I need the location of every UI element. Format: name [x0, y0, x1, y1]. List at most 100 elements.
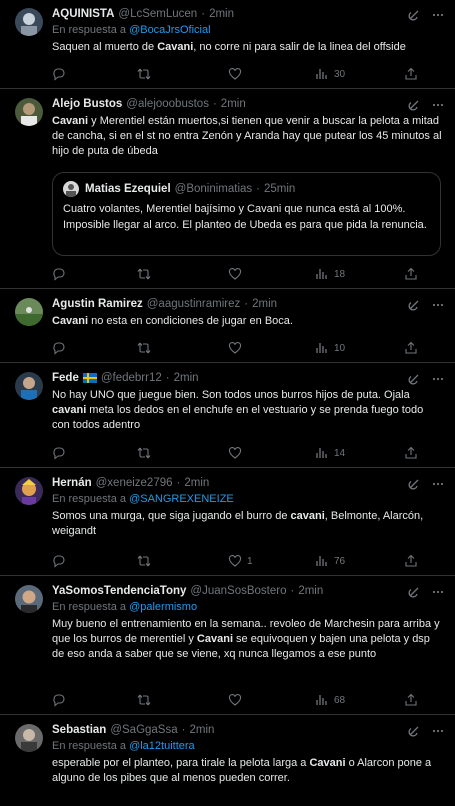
avatar[interactable]: [15, 585, 43, 613]
like-button[interactable]: [228, 693, 242, 707]
avatar[interactable]: [15, 724, 43, 752]
reply-button[interactable]: [52, 267, 66, 281]
like-button[interactable]: [228, 446, 242, 460]
tweet-6[interactable]: YaSomosTendenciaTony @JuanSosBostero · 2…: [0, 577, 455, 715]
tweet-text: Saquen al muerto de Cavani, no corre ni …: [52, 41, 406, 53]
sweden-flag-icon: [82, 373, 97, 383]
tweet-7[interactable]: Sebastian @SaGgaSsa · 2min En respuesta …: [0, 716, 455, 806]
retweet-button[interactable]: [137, 446, 151, 460]
mention-link[interactable]: @BocaJrsOficial: [129, 24, 210, 36]
reply-icon: [53, 342, 65, 355]
share-button[interactable]: [404, 67, 418, 81]
avatar[interactable]: [15, 98, 43, 126]
timestamp[interactable]: 2min: [189, 724, 214, 736]
reply-icon: [53, 694, 65, 707]
mention-link[interactable]: @palermismo: [129, 601, 197, 613]
share-icon: [405, 341, 417, 354]
like-button[interactable]: 1: [228, 554, 253, 568]
retweet-button[interactable]: [137, 267, 151, 281]
display-name[interactable]: Fede: [52, 372, 79, 384]
avatar[interactable]: [15, 372, 43, 400]
display-name[interactable]: AQUINISTA: [52, 8, 114, 20]
reply-icon: [53, 555, 65, 568]
like-icon: [228, 693, 242, 706]
mention-link[interactable]: @SANGREXENEIZE: [129, 493, 234, 505]
display-name[interactable]: Hernán: [52, 477, 92, 489]
share-button[interactable]: [404, 341, 418, 355]
share-button[interactable]: [404, 446, 418, 460]
tweet-1[interactable]: AQUINISTA @LcSemLucen · 2min En respuest…: [0, 0, 455, 89]
avatar[interactable]: [15, 477, 43, 505]
views-button[interactable]: 68: [315, 693, 345, 707]
display-name[interactable]: Sebastian: [52, 724, 106, 736]
tweet-2[interactable]: Alejo Bustos @alejooobustos · 2min Cavan…: [0, 90, 455, 289]
tweet-text: No hay UNO que juegue bien. Son todos un…: [52, 389, 424, 431]
avatar[interactable]: [15, 8, 43, 36]
views-icon: [316, 695, 327, 705]
views-button[interactable]: 76: [315, 554, 345, 568]
views-icon: [316, 343, 327, 353]
display-name[interactable]: Alejo Bustos: [52, 98, 122, 110]
avatar: [63, 181, 79, 197]
like-icon: [228, 446, 242, 459]
timestamp[interactable]: 2min: [221, 98, 246, 110]
retweet-icon: [137, 68, 151, 80]
views-button[interactable]: 10: [315, 341, 345, 355]
reply-button[interactable]: [52, 341, 66, 355]
handle[interactable]: @aagustinramirez: [147, 298, 241, 310]
likes-count: 1: [247, 555, 253, 567]
views-count: 18: [334, 268, 346, 280]
share-button[interactable]: [404, 267, 418, 281]
reply-button[interactable]: [52, 554, 66, 568]
views-button[interactable]: 30: [315, 67, 345, 81]
share-button[interactable]: [404, 693, 418, 707]
display-name[interactable]: YaSomosTendenciaTony: [52, 585, 186, 597]
views-icon: [316, 448, 327, 458]
reply-context: En respuesta a @palermismo: [52, 601, 198, 613]
like-button[interactable]: [228, 67, 242, 81]
reply-context: En respuesta a @SANGREXENEIZE: [52, 493, 234, 505]
tweet-text: Muy bueno el entrenamiento en la semana.…: [52, 618, 440, 660]
handle: @Boninimatias: [174, 183, 253, 195]
timestamp[interactable]: 2min: [174, 372, 199, 384]
handle[interactable]: @alejooobustos: [126, 98, 209, 110]
reply-button[interactable]: [52, 446, 66, 460]
views-count: 14: [334, 447, 346, 459]
share-icon: [405, 554, 417, 567]
views-count: 10: [334, 342, 346, 354]
timestamp[interactable]: 2min: [184, 477, 209, 489]
retweet-button[interactable]: [137, 341, 151, 355]
share-button[interactable]: [404, 554, 418, 568]
share-icon: [405, 67, 417, 80]
handle[interactable]: @xeneize2796: [96, 477, 173, 489]
views-button[interactable]: 14: [315, 446, 345, 460]
like-button[interactable]: [228, 267, 242, 281]
views-icon: [316, 556, 327, 566]
reply-button[interactable]: [52, 693, 66, 707]
timestamp[interactable]: 2min: [209, 8, 234, 20]
tweet-4[interactable]: Fede @fedebrr12 · 2min No hay UNO que ju…: [0, 364, 455, 468]
views-button[interactable]: 18: [315, 267, 345, 281]
retweet-icon: [137, 342, 151, 354]
timestamp[interactable]: 2min: [298, 585, 323, 597]
tweet-3[interactable]: Agustin Ramirez @aagustinramirez · 2min …: [0, 290, 455, 363]
quoted-tweet[interactable]: Matias Ezequiel @Boninimatias · 25min Cu…: [52, 172, 441, 256]
avatar[interactable]: [15, 298, 43, 326]
handle[interactable]: @fedebrr12: [101, 372, 162, 384]
share-icon: [405, 267, 417, 280]
handle[interactable]: @LcSemLucen: [118, 8, 197, 20]
retweet-button[interactable]: [137, 67, 151, 81]
like-icon: [228, 67, 242, 80]
handle[interactable]: @SaGgaSsa: [110, 724, 177, 736]
like-button[interactable]: [228, 341, 242, 355]
timestamp[interactable]: 2min: [252, 298, 277, 310]
display-name[interactable]: Agustin Ramirez: [52, 298, 143, 310]
reply-button[interactable]: [52, 67, 66, 81]
retweet-button[interactable]: [137, 693, 151, 707]
retweet-button[interactable]: [137, 554, 151, 568]
tweet-5[interactable]: Hernán @xeneize2796 · 2min En respuesta …: [0, 469, 455, 576]
reply-icon: [53, 268, 65, 281]
like-icon: [228, 341, 242, 354]
handle[interactable]: @JuanSosBostero: [190, 585, 286, 597]
mention-link[interactable]: @la12tuittera: [129, 740, 195, 752]
